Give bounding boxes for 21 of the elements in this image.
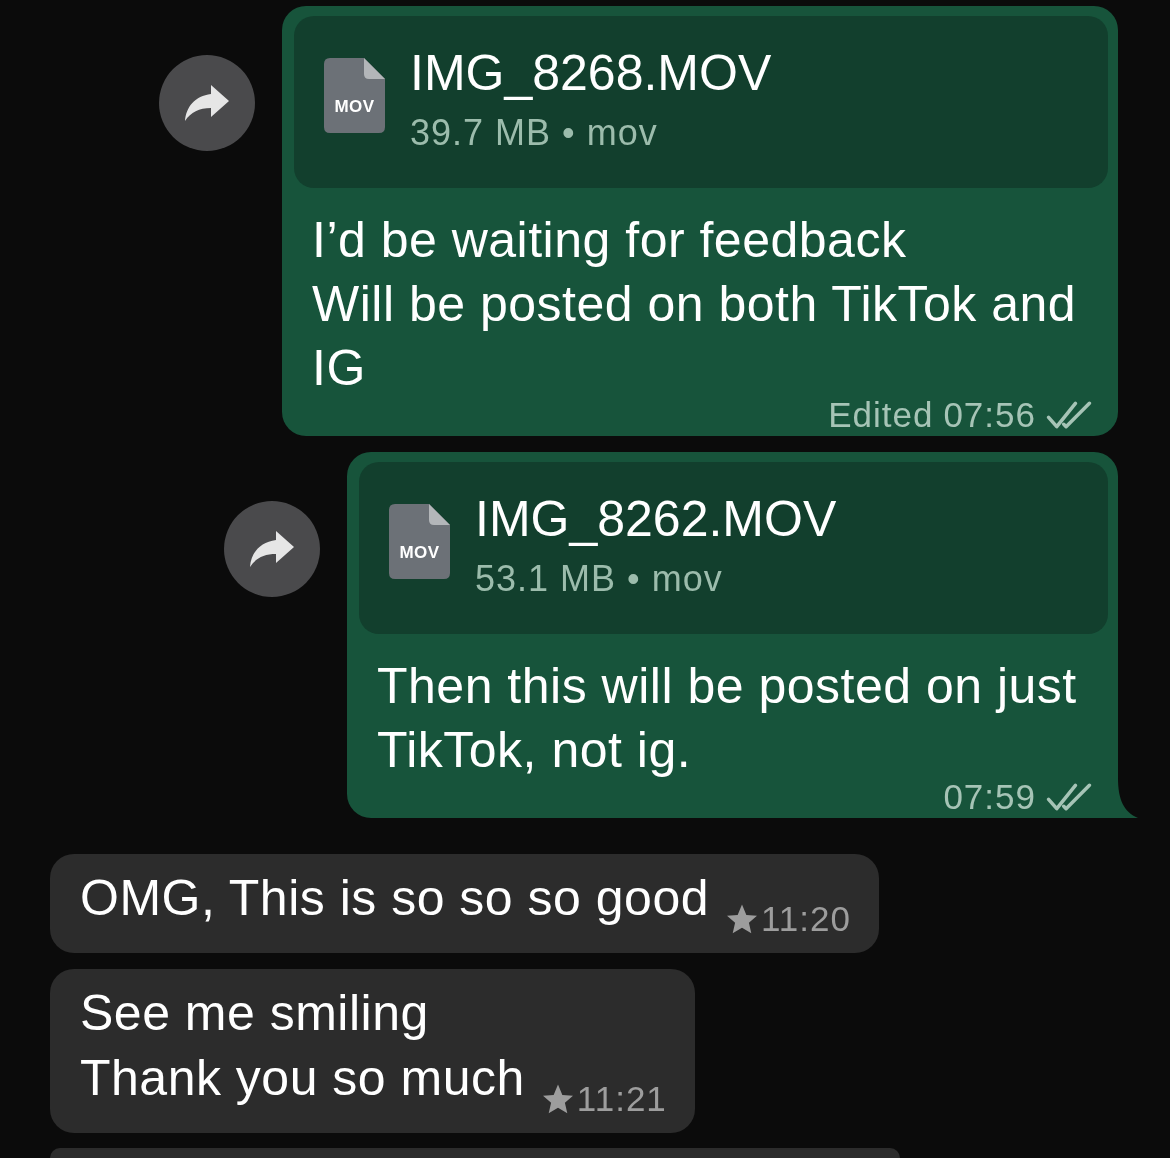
- file-attachment[interactable]: MOV IMG_8268.MOV 39.7 MB • mov: [294, 16, 1108, 188]
- document-icon: [324, 58, 385, 133]
- file-details: 39.7 MB • mov: [410, 112, 659, 154]
- message-time: 07:56: [943, 400, 1036, 430]
- message-text: See me smiling Thank you so much: [80, 984, 525, 1108]
- file-type-label: MOV: [334, 97, 375, 116]
- file-attachment[interactable]: MOV IMG_8262.MOV 53.1 MB • mov: [359, 462, 1108, 634]
- message-text: Then this will be posted on just TikTok, not ig.: [377, 657, 1078, 780]
- file-type-label: MOV: [399, 543, 440, 562]
- file-name: IMG_8268.MOV: [410, 44, 772, 103]
- message-text: I’d be waiting for feedback Will be posted on both TikTok and IG: [312, 211, 1078, 398]
- document-icon: [389, 504, 450, 579]
- curved-arrow-icon: [183, 83, 231, 123]
- message-text: OMG, This is so so so good: [80, 869, 709, 928]
- file-name: IMG_8262.MOV: [475, 490, 837, 549]
- message-time: 11:20: [761, 899, 851, 939]
- message-time: 11:21: [576, 1079, 667, 1119]
- curved-arrow-icon: [248, 529, 296, 569]
- edited-label: Edited: [828, 400, 934, 430]
- message-time: 07:59: [943, 782, 1036, 812]
- file-details: 53.1 MB • mov: [475, 558, 724, 600]
